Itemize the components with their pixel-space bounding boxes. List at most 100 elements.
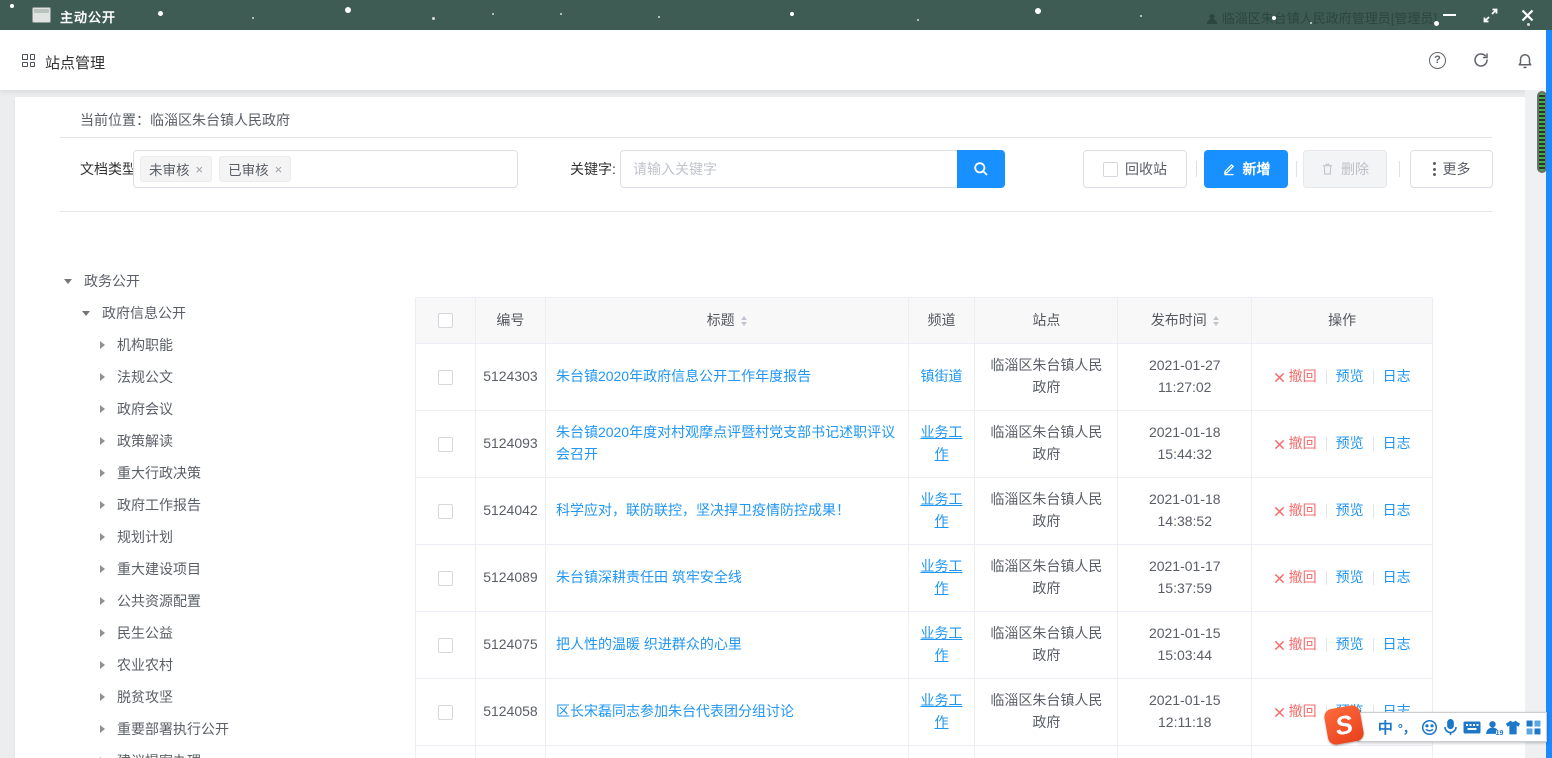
select-all-checkbox[interactable] (438, 313, 453, 328)
chevron-right-icon[interactable] (100, 661, 105, 669)
chevron-right-icon[interactable] (100, 725, 105, 733)
x-icon (1274, 372, 1285, 383)
revoke-action[interactable]: 撤回 (1274, 567, 1317, 589)
row-checkbox[interactable] (438, 437, 453, 452)
row-title-link[interactable]: 科学应对，联防联控，坚决捍卫疫情防控成果！ (556, 500, 850, 522)
revoke-action[interactable]: 撤回 (1274, 366, 1317, 388)
sort-icon[interactable] (741, 316, 747, 326)
ime-punctuation[interactable]: °， (1398, 718, 1416, 737)
row-checkbox[interactable] (438, 705, 453, 720)
snow-dot (560, 13, 562, 15)
column-header-publish-time[interactable]: 发布时间 (1118, 298, 1252, 343)
row-title-link[interactable]: 区长宋磊同志参加朱台代表团分组讨论 (556, 701, 794, 723)
tree-item[interactable]: 农业农村 (60, 649, 405, 681)
user-badge-icon[interactable]: 19 (1485, 720, 1500, 735)
snow-dot (432, 17, 435, 20)
tree-item[interactable]: 规划计划 (60, 521, 405, 553)
tree-item-level1[interactable]: 政府信息公开 (60, 297, 405, 329)
help-icon[interactable]: ? (1429, 52, 1446, 69)
doc-type-input[interactable]: 未审核× 已审核× (133, 150, 518, 188)
log-action[interactable]: 日志 (1383, 634, 1411, 656)
row-title-link[interactable]: 朱台镇2020年度对村观摩点评暨村党支部书记述职评议会召开 (556, 422, 898, 465)
preview-action[interactable]: 预览 (1336, 366, 1364, 388)
preview-action[interactable]: 预览 (1336, 500, 1364, 522)
tree-item-root[interactable]: 政务公开 (60, 265, 405, 297)
recycle-bin-button[interactable]: 回收站 (1083, 150, 1187, 188)
ime-mode-chinese[interactable]: 中 (1378, 717, 1393, 738)
emoji-icon[interactable] (1421, 719, 1438, 736)
tree-item[interactable]: 重大行政决策 (60, 457, 405, 489)
chevron-down-icon[interactable] (64, 279, 72, 284)
chevron-right-icon[interactable] (100, 437, 105, 445)
preview-action[interactable]: 预览 (1336, 567, 1364, 589)
more-button[interactable]: 更多 (1410, 150, 1493, 188)
skin-icon[interactable] (1505, 720, 1521, 735)
revoke-action[interactable]: 撤回 (1274, 433, 1317, 455)
row-checkbox[interactable] (438, 638, 453, 653)
row-site: 临淄区朱台镇人民政府 (975, 344, 1118, 410)
row-checkbox[interactable] (438, 504, 453, 519)
preview-action[interactable]: 预览 (1336, 634, 1364, 656)
row-channel-link[interactable]: 业务工作 (919, 690, 965, 733)
toolbox-grid-icon[interactable] (1526, 720, 1541, 735)
revoke-action[interactable]: 撤回 (1274, 500, 1317, 522)
tree-item[interactable]: 脱贫攻坚 (60, 681, 405, 713)
tree-item[interactable]: 政府工作报告 (60, 489, 405, 521)
chevron-right-icon[interactable] (100, 597, 105, 605)
tree-item[interactable]: 民生公益 (60, 617, 405, 649)
row-channel-link[interactable]: 业务工作 (919, 422, 965, 465)
scrollbar-track[interactable] (1525, 90, 1546, 758)
bell-icon[interactable] (1516, 51, 1534, 69)
tree-item[interactable]: 机构职能 (60, 329, 405, 361)
row-channel-link[interactable]: 业务工作 (919, 556, 965, 599)
recycle-checkbox[interactable] (1103, 162, 1118, 177)
chevron-down-icon[interactable] (82, 311, 90, 316)
log-action[interactable]: 日志 (1383, 433, 1411, 455)
tree-item[interactable]: 政府会议 (60, 393, 405, 425)
tree-item[interactable]: 公共资源配置 (60, 585, 405, 617)
apps-grid-icon[interactable] (22, 54, 35, 67)
microphone-icon[interactable] (1443, 719, 1458, 736)
chevron-right-icon[interactable] (100, 501, 105, 509)
tag-close-icon[interactable]: × (196, 162, 204, 177)
chevron-right-icon[interactable] (100, 629, 105, 637)
column-header-title[interactable]: 标题 (546, 298, 909, 343)
chevron-right-icon[interactable] (100, 533, 105, 541)
chevron-right-icon[interactable] (100, 565, 105, 573)
refresh-icon[interactable] (1472, 51, 1490, 69)
row-title-link[interactable]: 把人性的温暖 织进群众的心里 (556, 634, 742, 656)
chevron-right-icon[interactable] (100, 469, 105, 477)
sort-icon[interactable] (1213, 316, 1219, 326)
tag-close-icon[interactable]: × (275, 162, 283, 177)
log-action[interactable]: 日志 (1383, 500, 1411, 522)
tree-item[interactable]: 政策解读 (60, 425, 405, 457)
log-action[interactable]: 日志 (1383, 366, 1411, 388)
chevron-right-icon[interactable] (100, 341, 105, 349)
tree-item[interactable]: 重要部署执行公开 (60, 713, 405, 745)
tree-item[interactable]: 重大建设项目 (60, 553, 405, 585)
row-channel-link[interactable]: 业务工作 (919, 623, 965, 666)
log-action[interactable]: 日志 (1383, 567, 1411, 589)
add-button[interactable]: 新增 (1204, 150, 1288, 188)
delete-button[interactable]: 删除 (1303, 150, 1387, 188)
keyword-input[interactable] (620, 150, 957, 188)
tree-item[interactable]: 建议提案办理 (60, 745, 405, 758)
revoke-action[interactable]: 撤回 (1274, 701, 1317, 723)
tree-item[interactable]: 法规公文 (60, 361, 405, 393)
row-title-link[interactable]: 朱台镇2020年政府信息公开工作年度报告 (556, 366, 811, 388)
chevron-right-icon[interactable] (100, 405, 105, 413)
sogou-logo-icon[interactable]: S (1323, 704, 1365, 746)
row-channel-link[interactable]: 镇街道 (921, 366, 963, 388)
chevron-right-icon[interactable] (100, 373, 105, 381)
row-title-link[interactable]: 朱台镇深耕责任田 筑牢安全线 (556, 567, 742, 589)
category-tree: 政务公开 政府信息公开 机构职能 法规公文 政府会议 政策解读 重大行政决策 政… (60, 265, 405, 758)
row-checkbox[interactable] (438, 370, 453, 385)
revoke-action[interactable]: 撤回 (1274, 634, 1317, 656)
row-checkbox[interactable] (438, 571, 453, 586)
maximize-button[interactable] (1473, 0, 1507, 30)
row-channel-link[interactable]: 业务工作 (919, 489, 965, 532)
keyboard-icon[interactable] (1463, 721, 1481, 734)
search-button[interactable] (957, 150, 1005, 188)
preview-action[interactable]: 预览 (1336, 433, 1364, 455)
chevron-right-icon[interactable] (100, 693, 105, 701)
